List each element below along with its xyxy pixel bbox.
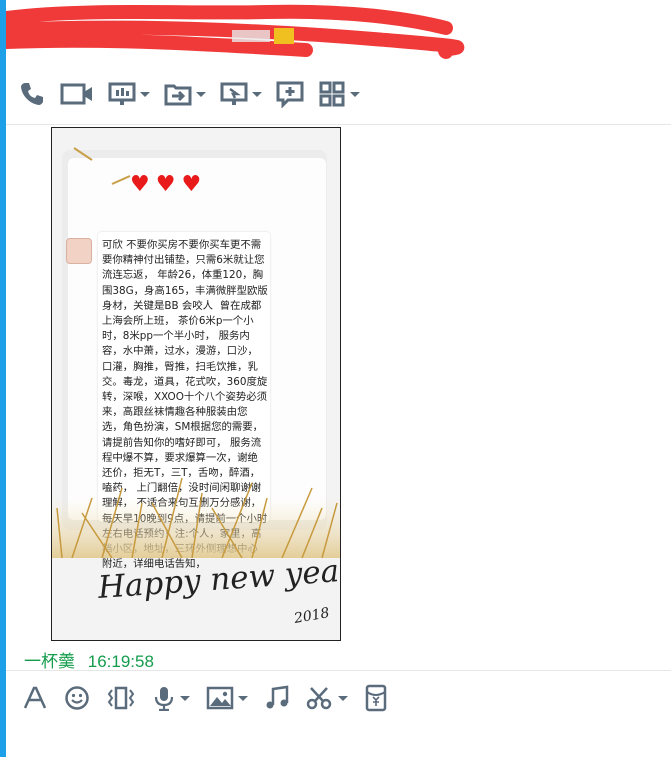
video-call-button[interactable] <box>60 77 94 111</box>
whiteboard-icon <box>276 80 304 108</box>
remote-desktop-button[interactable] <box>220 77 262 111</box>
file-transfer-button[interactable] <box>164 77 206 111</box>
hearts-decoration: ♥♥♥ <box>130 172 208 197</box>
grass-decoration-icon <box>52 477 340 558</box>
chat-toolbar <box>18 76 374 112</box>
message-list[interactable]: ♥♥♥ 可欣 不要你买房不要你买车更不需要你精神付出铺垫，只需6米就让您流连忘返… <box>6 125 671 671</box>
image-icon <box>206 685 234 711</box>
red-packet-icon <box>364 684 388 712</box>
video-icon <box>60 80 94 108</box>
voice-call-button[interactable] <box>18 77 46 111</box>
sender-name[interactable]: 一杯羹 <box>24 652 75 671</box>
screen-share-button[interactable] <box>108 77 150 111</box>
input-toolbar <box>22 680 404 716</box>
message-meta: 一杯羹 16:19:58 <box>24 647 154 672</box>
chevron-down-icon[interactable] <box>140 91 150 97</box>
file-transfer-icon <box>164 80 192 108</box>
red-packet-button[interactable] <box>364 681 388 715</box>
voice-message-button[interactable] <box>152 681 190 715</box>
shake-window-icon <box>106 685 136 711</box>
chevron-down-icon[interactable] <box>196 91 206 97</box>
redaction-scribble <box>6 4 465 59</box>
avatar <box>66 238 92 264</box>
music-icon <box>264 685 290 711</box>
title-bar <box>6 0 671 64</box>
message-input[interactable] <box>6 720 671 757</box>
input-divider <box>6 670 671 671</box>
chevron-down-icon[interactable] <box>180 695 190 701</box>
chevron-down-icon[interactable] <box>338 695 348 701</box>
whiteboard-button[interactable] <box>276 77 304 111</box>
year-text: 2018 <box>292 605 331 627</box>
phone-icon <box>18 80 46 108</box>
chevron-down-icon[interactable] <box>238 695 248 701</box>
font-icon <box>22 685 48 711</box>
music-button[interactable] <box>264 681 290 715</box>
microphone-icon <box>152 685 176 711</box>
chevron-down-icon[interactable] <box>350 91 360 97</box>
apps-button[interactable] <box>318 77 360 111</box>
message-image[interactable]: ♥♥♥ 可欣 不要你买房不要你买车更不需要你精神付出铺垫，只需6米就让您流连忘返… <box>51 127 341 641</box>
remote-desktop-icon <box>220 80 248 108</box>
apps-grid-icon <box>318 80 346 108</box>
emoji-icon <box>64 685 90 711</box>
screenshot-scissors-icon <box>306 685 334 711</box>
emoji-button[interactable] <box>64 681 90 715</box>
screenshot-button[interactable] <box>306 681 348 715</box>
send-image-button[interactable] <box>206 681 248 715</box>
font-button[interactable] <box>22 681 48 715</box>
screen-share-icon <box>108 80 136 108</box>
chevron-down-icon[interactable] <box>252 91 262 97</box>
shake-window-button[interactable] <box>106 681 136 715</box>
message-time: 16:19:58 <box>87 652 154 671</box>
